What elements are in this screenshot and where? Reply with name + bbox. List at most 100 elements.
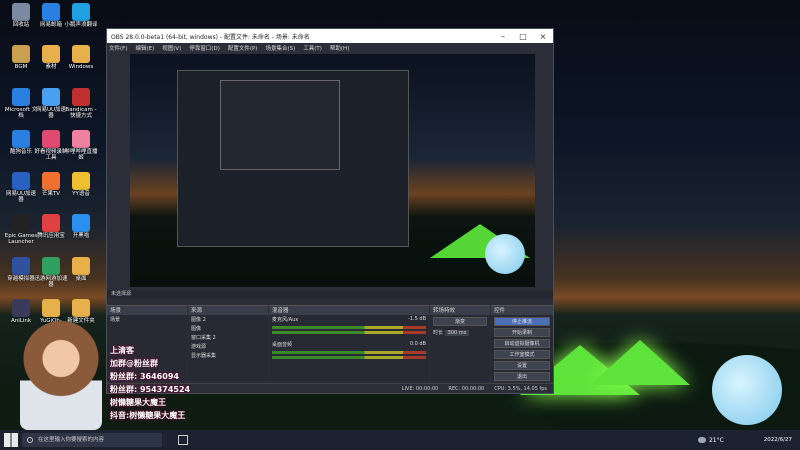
- maximize-button[interactable]: □: [513, 32, 533, 41]
- transitions-dock-title: 转场特效: [433, 308, 456, 314]
- mixer-mic-fader[interactable]: [272, 331, 426, 334]
- mixer-dock-header: 混音器: [269, 305, 429, 315]
- desktop-icon[interactable]: 芒果TV: [34, 172, 68, 197]
- desktop-icon-label: 网易UU加速器: [5, 191, 37, 203]
- desktop-icon[interactable]: Bandicam - 快捷方式: [64, 88, 98, 119]
- desktop-icon[interactable]: 桌面: [64, 257, 98, 282]
- desktop-icon[interactable]: Windows: [64, 45, 98, 70]
- task-view-icon[interactable]: [178, 435, 188, 445]
- desktop-icon[interactable]: 开黑啦: [64, 214, 98, 239]
- tent-right: [590, 340, 690, 385]
- source-item[interactable]: 窗口采集 2: [188, 333, 268, 342]
- app-icon: [72, 214, 90, 232]
- desktop-icon-label: 小鹅声浪翻译: [64, 22, 98, 28]
- app-icon: [72, 3, 90, 21]
- desktop-icon[interactable]: 网易UU加速器: [34, 88, 68, 119]
- desktop-icon-label: 穿越模拟器: [7, 276, 35, 282]
- source-item[interactable]: 显示器采集: [188, 351, 268, 360]
- menu-item[interactable]: 文件(F): [109, 44, 127, 52]
- menu-item[interactable]: 编辑(E): [135, 44, 154, 52]
- obs-menubar: 文件(F) 编辑(E) 视图(V) 停靠窗口(D) 配置文件(P) 场景集合(S) 工具(T…: [107, 43, 553, 53]
- scene-item[interactable]: 场景: [107, 315, 187, 324]
- search-placeholder: 在这里输入你要搜索的内容: [38, 437, 105, 443]
- menu-item[interactable]: 帮助(H): [330, 44, 349, 52]
- duration-value[interactable]: 300 ms: [444, 330, 470, 336]
- obs-titlebar: OBS 28.0.0-beta1 (64-bit, windows) - 配置文…: [107, 29, 553, 43]
- no-source-bar: 未选择源: [107, 290, 553, 298]
- desktop-icon-label: Microsoft 文档: [4, 107, 38, 119]
- close-button[interactable]: ×: [533, 32, 553, 41]
- control-button[interactable]: 工作室模式: [494, 350, 550, 359]
- desktop-icon[interactable]: Microsoft 文档: [4, 88, 38, 119]
- app-icon: [42, 299, 60, 317]
- desktop-icon-label: 酷狗音乐: [9, 149, 32, 155]
- obs-preview[interactable]: [130, 54, 535, 287]
- control-button[interactable]: 启动虚拟摄像机: [494, 339, 550, 348]
- desktop-icon[interactable]: 回收站: [4, 3, 38, 28]
- nested-preview: [177, 70, 409, 247]
- bird-mascot: [712, 355, 782, 425]
- status-cpu: CPU: 3.5%, 14.05 fps: [494, 385, 547, 392]
- transition-select[interactable]: 渐变: [433, 317, 487, 326]
- overlay-name: 上清客: [110, 346, 134, 355]
- desktop-icon[interactable]: 素材: [34, 45, 68, 70]
- desktop-icon[interactable]: 网易UU加速器: [4, 172, 38, 203]
- desktop-icon[interactable]: 迅游网游加速器: [34, 257, 68, 288]
- desktop-icon[interactable]: 穿越模拟器: [4, 257, 38, 282]
- mixer-mic-name: 麦克风/Aux: [272, 317, 299, 323]
- app-icon: [72, 257, 90, 275]
- status-rec: REC: 00:00:00: [448, 385, 485, 392]
- transitions-dock-header: 转场特效: [430, 305, 490, 315]
- weather-text[interactable]: 21°C: [709, 437, 724, 444]
- mixer-desktop-fader[interactable]: [272, 356, 426, 359]
- scenes-dock-title: 场景: [110, 308, 122, 314]
- preview-bird: [485, 234, 525, 274]
- start-button[interactable]: [4, 433, 18, 447]
- sources-dock: 图像 2 图像 窗口采集 2 游戏源 显示器采集: [188, 315, 268, 381]
- control-button[interactable]: 开始录制: [494, 328, 550, 337]
- menu-item[interactable]: 场景集合(S): [265, 44, 295, 52]
- weather-icon[interactable]: [697, 437, 706, 443]
- controls-dock: 停止推流开始录制启动虚拟摄像机 工作室模式设置退出: [491, 315, 553, 381]
- tray-date[interactable]: 2022/6/27: [764, 437, 792, 443]
- app-icon: [72, 88, 90, 106]
- control-button[interactable]: 退出: [494, 372, 550, 381]
- app-icon: [12, 299, 30, 317]
- desktop-icon[interactable]: 小鹅声浪翻译: [64, 3, 98, 28]
- desktop-icon[interactable]: 腾讯应用宝: [34, 214, 68, 239]
- scenes-dock-header: 场景: [107, 305, 187, 315]
- desktop-icon-label: 网易UU加速器: [35, 107, 67, 119]
- app-icon: [12, 257, 30, 275]
- app-icon: [12, 3, 30, 21]
- source-item[interactable]: 图像 2: [188, 315, 268, 324]
- control-button[interactable]: 停止推流: [494, 317, 550, 326]
- taskbar-search[interactable]: 在这里输入你要搜索的内容: [22, 433, 162, 447]
- mixer-dock-title: 混音器: [272, 308, 289, 314]
- control-button[interactable]: 设置: [494, 361, 550, 370]
- overlay-bili: 树懒糖果大魔王: [110, 398, 166, 407]
- desktop-icon-label: 网易邮箱: [39, 22, 62, 28]
- desktop-icon-label: 桌面: [75, 276, 87, 282]
- desktop-icon[interactable]: 酷狗音乐: [4, 130, 38, 155]
- menu-item[interactable]: 配置文件(P): [228, 44, 258, 52]
- desktop-icon-label: 回收站: [12, 22, 30, 28]
- menu-item[interactable]: 工具(T): [303, 44, 322, 52]
- minimize-button[interactable]: –: [493, 32, 513, 41]
- source-item[interactable]: 游戏源: [188, 342, 268, 351]
- app-icon: [72, 172, 90, 190]
- menu-item[interactable]: 停靠窗口(D): [189, 44, 220, 52]
- mixer-channel-mic: 麦克风/Aux -1.5 dB: [269, 315, 429, 324]
- desktop-icon[interactable]: Epic Games Launcher: [4, 214, 38, 245]
- app-icon: [12, 88, 30, 106]
- menu-item[interactable]: 视图(V): [162, 44, 181, 52]
- desktop-icon[interactable]: 好看视频录制工具: [34, 130, 68, 161]
- mixer-mic-meter: [272, 326, 426, 329]
- source-item[interactable]: 图像: [188, 324, 268, 333]
- desktop-icon[interactable]: 网易邮箱: [34, 3, 68, 28]
- mixer-mic-db: -1.5 dB: [408, 316, 426, 322]
- desktop-icon[interactable]: YY语音: [64, 172, 98, 197]
- desktop-icon[interactable]: 哔哩哔哩直播姬: [64, 130, 98, 161]
- sources-dock-title: 来源: [191, 308, 203, 314]
- stream-info-overlay: 上清客 加群@粉丝群 粉丝群: 3646094 粉丝群: 954374524 树…: [110, 343, 190, 423]
- desktop-icon[interactable]: BGM: [4, 45, 38, 70]
